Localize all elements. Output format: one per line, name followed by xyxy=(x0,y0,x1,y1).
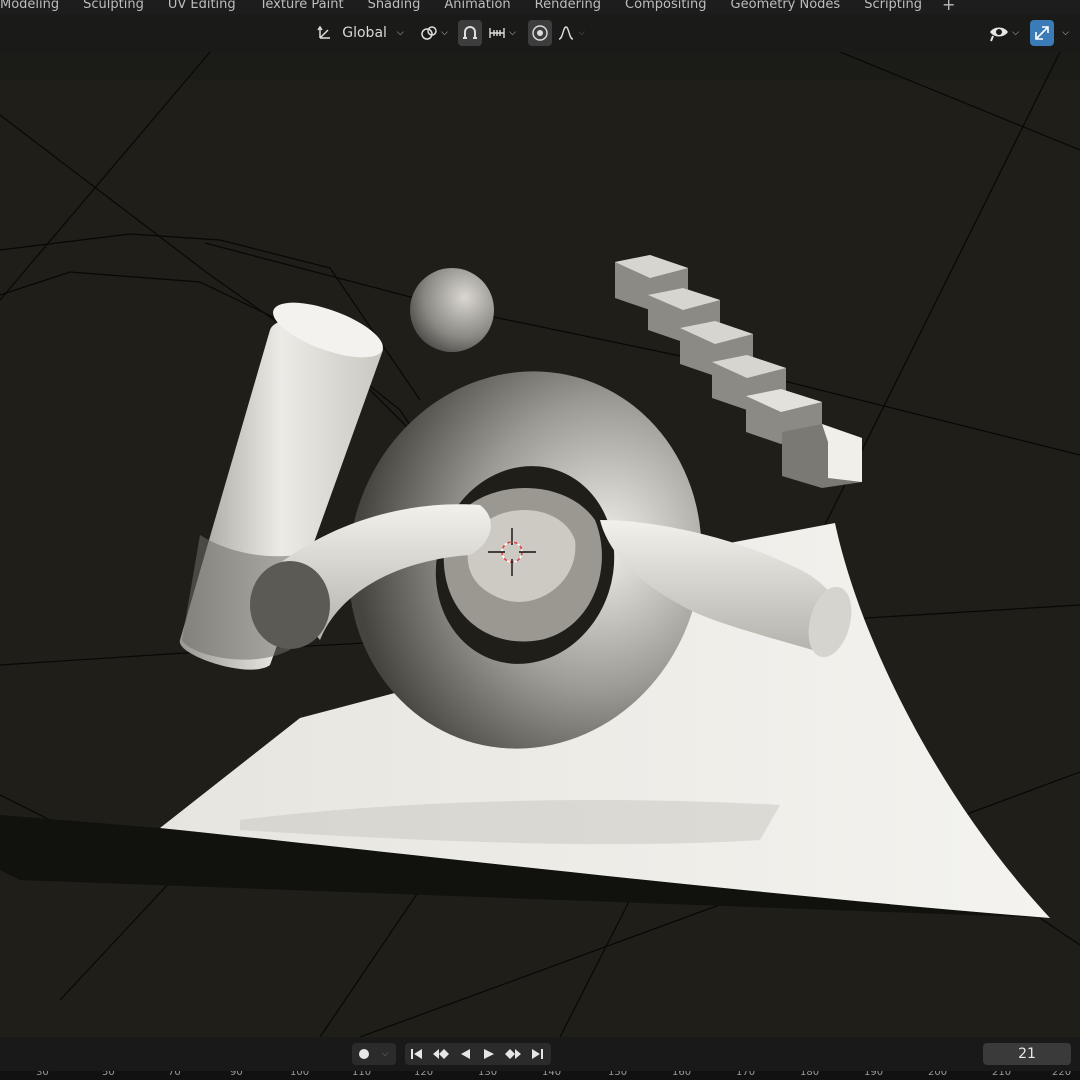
snap-increment-icon xyxy=(488,26,506,40)
workspace-tabs: Modeling Sculpting UV Editing Texture Pa… xyxy=(0,0,1080,14)
snap-target-dropdown[interactable]: ⌵ xyxy=(484,20,520,46)
chevron-down-icon: ⌵ xyxy=(1012,28,1019,38)
add-workspace-button[interactable]: + xyxy=(934,0,963,12)
record-button[interactable] xyxy=(352,1043,376,1065)
transform-orientation-icon xyxy=(316,24,334,42)
ruler-tick: 170 xyxy=(736,1071,756,1078)
gizmo-icon xyxy=(1033,24,1051,42)
playback-controls xyxy=(405,1043,551,1065)
transform-orientation-dropdown[interactable]: Global ⌵ xyxy=(312,20,408,46)
play-button[interactable] xyxy=(477,1043,501,1065)
play-reverse-button[interactable] xyxy=(453,1043,477,1065)
3d-viewport[interactable] xyxy=(0,52,1080,1037)
tab-uv-editing[interactable]: UV Editing xyxy=(156,0,248,12)
chevron-down-icon: ⌵ xyxy=(578,28,585,38)
ruler-tick: 190 xyxy=(864,1071,884,1078)
tab-shading[interactable]: Shading xyxy=(356,0,433,12)
chevron-down-icon: ⌵ xyxy=(1062,28,1069,38)
rendered-scene xyxy=(0,52,1080,1037)
ruler-tick: 100 xyxy=(290,1071,310,1078)
tab-modeling[interactable]: Modeling xyxy=(0,0,71,12)
tab-texture-paint[interactable]: Texture Paint xyxy=(248,0,356,12)
proportional-editing-toggle[interactable] xyxy=(528,20,552,46)
jump-keyframe-forward-button[interactable] xyxy=(501,1043,525,1065)
visibility-icon xyxy=(989,24,1009,42)
timeline-ruler[interactable]: 30 50 70 90 100 110 120 130 140 150 160 … xyxy=(0,1071,1080,1080)
viewport-header: Global ⌵ ⌵ ⌵ ⌵ ⌵ ⌵ xyxy=(0,14,1080,52)
jump-end-button[interactable] xyxy=(525,1043,549,1065)
transform-orientation-label: Global xyxy=(342,25,387,41)
keying-dropdown[interactable]: ⌵ xyxy=(376,1043,394,1065)
ruler-tick: 130 xyxy=(478,1071,498,1078)
tab-compositing[interactable]: Compositing xyxy=(613,0,719,12)
proportional-editing-icon xyxy=(531,24,549,42)
tab-scripting[interactable]: Scripting xyxy=(852,0,934,12)
chevron-down-icon: ⌵ xyxy=(509,28,516,38)
tab-animation[interactable]: Animation xyxy=(432,0,522,12)
ruler-tick: 140 xyxy=(542,1071,562,1078)
ruler-tick: 50 xyxy=(102,1071,115,1078)
ruler-tick: 120 xyxy=(414,1071,434,1078)
ruler-tick: 200 xyxy=(928,1071,948,1078)
auto-keying-group: ⌵ xyxy=(352,1043,396,1065)
pivot-point-icon xyxy=(420,24,438,42)
gizmo-options-dropdown[interactable]: ⌵ xyxy=(1056,20,1072,46)
timeline-bar: ⌵ 21 xyxy=(0,1037,1080,1071)
jump-start-button[interactable] xyxy=(405,1043,429,1065)
object-visibility-dropdown[interactable]: ⌵ xyxy=(984,20,1024,46)
ruler-tick: 110 xyxy=(352,1071,372,1078)
ruler-tick: 90 xyxy=(230,1071,243,1078)
jump-keyframe-back-button[interactable] xyxy=(429,1043,453,1065)
snap-toggle[interactable] xyxy=(458,20,482,46)
ruler-tick: 180 xyxy=(800,1071,820,1078)
ruler-tick: 70 xyxy=(168,1071,181,1078)
chevron-down-icon: ⌵ xyxy=(396,28,404,38)
tab-geometry-nodes[interactable]: Geometry Nodes xyxy=(719,0,853,12)
ruler-tick: 220 xyxy=(1052,1071,1072,1078)
snap-icon xyxy=(461,24,479,42)
gizmo-toggle[interactable] xyxy=(1030,20,1054,46)
tab-rendering[interactable]: Rendering xyxy=(523,0,613,12)
ruler-tick: 150 xyxy=(608,1071,628,1078)
ruler-tick: 210 xyxy=(992,1071,1012,1078)
chevron-down-icon: ⌵ xyxy=(441,28,448,38)
ruler-tick: 30 xyxy=(36,1071,49,1078)
ruler-tick: 160 xyxy=(672,1071,692,1078)
pivot-point-dropdown[interactable]: ⌵ xyxy=(416,20,452,46)
proportional-falloff-dropdown[interactable]: ⌵ xyxy=(553,20,589,46)
chevron-down-icon: ⌵ xyxy=(381,1049,389,1059)
tab-sculpting[interactable]: Sculpting xyxy=(71,0,156,12)
current-frame-field[interactable]: 21 xyxy=(983,1043,1071,1065)
falloff-curve-icon xyxy=(557,24,575,42)
